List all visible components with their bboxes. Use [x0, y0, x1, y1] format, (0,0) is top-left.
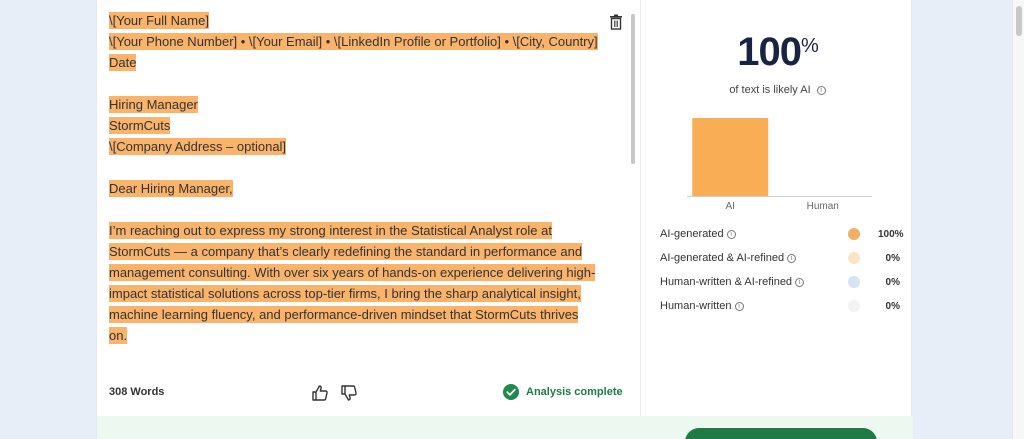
legend: AI-generated i 100% AI-generated & AI-refin… [660, 222, 904, 318]
legend-label-text: AI-generated [660, 228, 724, 240]
legend-color-dot [848, 300, 860, 312]
highlighted-line: impact statistical solutions across top-… [109, 285, 581, 302]
bottom-bar [97, 416, 913, 439]
highlighted-line: StormCuts [109, 117, 171, 134]
result-subtitle-text: of text is likely AI [729, 84, 811, 96]
legend-label: Human-written i [660, 300, 848, 312]
text-scrollbar[interactable] [631, 14, 635, 164]
highlighted-line: \[Your Full Name] [109, 12, 209, 29]
info-icon[interactable]: i [734, 301, 744, 311]
ai-percentage: 100% [642, 30, 913, 75]
info-icon[interactable]: i [816, 85, 826, 95]
legend-label: AI-generated i [660, 228, 848, 240]
info-icon[interactable]: i [787, 253, 797, 263]
legend-label-text: Human-written & AI-refined [660, 276, 793, 288]
highlighted-line: machine learning fluency, and performanc… [109, 306, 579, 344]
thumbs-up-icon[interactable] [311, 384, 329, 402]
paragraph: Dear Hiring Manager, [109, 178, 599, 199]
paragraph: I’m reaching out to express my strong in… [109, 220, 599, 346]
percent-sign: % [800, 35, 819, 57]
analysis-status: Analysis complete [503, 384, 623, 400]
legend-label-text: Human-written [660, 300, 732, 312]
legend-label-text: AI-generated & AI-refined [660, 252, 785, 264]
ai-human-bar-chart: AI Human [687, 118, 872, 212]
highlighted-line: I’m reaching out to express my strong in… [109, 222, 552, 239]
status-text: Analysis complete [526, 386, 623, 398]
info-icon[interactable]: i [795, 277, 805, 287]
legend-row: Human-written & AI-refined i 0% [660, 270, 900, 294]
highlighted-line: management consulting. With over six yea… [109, 264, 596, 281]
chart-category-label: AI [726, 201, 735, 212]
word-count: 308 Words [109, 386, 165, 398]
legend-row: Human-written i 0% [660, 294, 900, 318]
legend-label: Human-written & AI-refined i [660, 276, 848, 288]
paragraph: Hiring Manager StormCuts \[Company Address… [109, 94, 599, 157]
page-scrollbar-thumb[interactable] [1016, 6, 1022, 36]
legend-row: AI-generated & AI-refined i 0% [660, 246, 900, 270]
legend-color-dot [848, 228, 860, 240]
ai-percentage-value: 100 [737, 30, 802, 74]
legend-row: AI-generated i 100% [660, 222, 904, 246]
highlighted-line: Date [109, 54, 137, 71]
highlighted-line: StormCuts — a company that’s clearly red… [109, 243, 583, 260]
document-text[interactable]: \[Your Full Name] \[Your Phone Number] • … [109, 10, 599, 362]
trash-icon[interactable] [609, 14, 623, 30]
result-panel: 100% of text is likely AI i AI Human AI-g… [642, 0, 913, 416]
legend-value: 100% [878, 228, 904, 240]
check-circle-icon [503, 384, 519, 400]
highlighted-line: \[Your Phone Number] • \[Your Email] • \… [109, 33, 598, 50]
text-panel: \[Your Full Name] \[Your Phone Number] • … [97, 0, 641, 416]
legend-value: 0% [885, 300, 900, 312]
thumbs-down-icon[interactable] [340, 384, 358, 402]
legend-value: 0% [885, 276, 900, 288]
page-scrollbar[interactable] [1012, 0, 1024, 439]
chart-category-label: Human [807, 201, 839, 212]
detector-card: \[Your Full Name] \[Your Phone Number] • … [96, 0, 913, 439]
legend-color-dot [848, 276, 860, 288]
legend-color-dot [848, 252, 860, 264]
highlighted-line: Dear Hiring Manager, [109, 180, 233, 197]
action-button[interactable] [685, 428, 877, 439]
legend-value: 0% [885, 252, 900, 264]
highlighted-line: Hiring Manager [109, 96, 198, 113]
paragraph: \[Your Full Name] \[Your Phone Number] • … [109, 10, 599, 73]
highlighted-line: \[Company Address – optional] [109, 138, 287, 155]
result-subtitle: of text is likely AI i [642, 84, 913, 96]
legend-label: AI-generated & AI-refined i [660, 252, 848, 264]
info-icon[interactable]: i [726, 229, 736, 239]
chart-bar-ai [692, 118, 769, 196]
